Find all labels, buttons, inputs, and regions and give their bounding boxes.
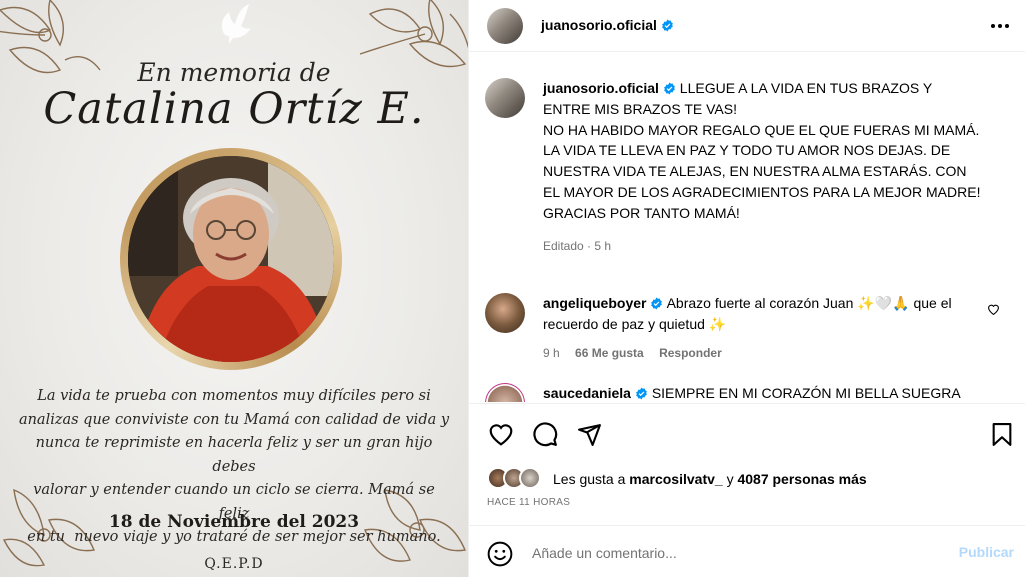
username-text[interactable]: juanosorio.oficial [541, 17, 657, 33]
caption-line: NO HA HABIDO MAYOR REGALO QUE EL QUE FUE… [543, 121, 980, 138]
post-header: juanosorio.oficial [469, 0, 1025, 52]
verified-badge-icon [651, 297, 663, 310]
caption-username[interactable]: juanosorio.oficial [543, 80, 659, 96]
more-options-button[interactable] [988, 14, 1012, 38]
comment-input[interactable] [532, 541, 942, 565]
comment-meta: 9 h 66 Me gusta Responder [543, 343, 973, 364]
comment-body: angeliqueboyer Abrazo fuerte al corazón … [543, 293, 973, 363]
add-comment-bar: Publicar [469, 525, 1025, 577]
comment-body: saucedaniela SIEMPRE EN MI CORAZÓN MI BE… [543, 383, 973, 402]
comment-time[interactable]: 9 h [543, 346, 560, 360]
publish-button[interactable]: Publicar [959, 544, 1014, 560]
comment-username[interactable]: angeliqueboyer [543, 295, 646, 311]
avatar[interactable] [485, 383, 525, 402]
likes-text[interactable]: Les gusta a marcosilvatv_ y 4087 persona… [553, 471, 867, 487]
memorial-date: 18 de Noviembre del 2023 [108, 512, 360, 532]
emoji-icon[interactable] [487, 541, 513, 567]
liker-username[interactable]: marcosilvatv_ [629, 471, 722, 487]
verified-badge-icon [636, 387, 647, 400]
heart-icon [489, 424, 513, 446]
likes-prefix: Les gusta a [553, 471, 626, 487]
comment-username[interactable]: saucedaniela [543, 385, 631, 401]
avatar[interactable] [485, 293, 525, 333]
comment-button[interactable] [531, 420, 559, 448]
send-icon [577, 423, 601, 446]
post-timestamp[interactable]: HACE 11 HORAS [487, 497, 570, 508]
post-image[interactable]: En memoria de Catalina Ortíz E. La vida … [0, 0, 468, 577]
share-button[interactable] [575, 420, 603, 448]
bookmark-icon [992, 422, 1012, 446]
memorial-name: Catalina Ortíz E. [43, 84, 425, 134]
comment-text: SIEMPRE EN MI CORAZÓN MI BELLA SUEGRA [651, 385, 961, 401]
edited-label: Editado [543, 238, 584, 253]
avatar[interactable] [519, 467, 541, 489]
memorial-message-line: nunca te reprimiste en hacerla feliz y s… [35, 435, 433, 475]
comment-bubble-icon [533, 422, 558, 447]
verified-badge-icon [664, 82, 675, 95]
reply-button[interactable]: Responder [659, 346, 722, 360]
memorial-heading: En memoria de [137, 58, 331, 87]
avatar[interactable] [485, 78, 525, 118]
dove-icon [221, 4, 251, 44]
like-button[interactable] [487, 420, 515, 448]
likes-others[interactable]: 4087 personas más [737, 471, 866, 487]
post-side-panel: juanosorio.oficial juanosorio.oficial LL… [468, 0, 1025, 577]
more-horizontal-icon [991, 24, 1009, 28]
memorial-message-line: La vida te prueba con momentos muy difíc… [37, 388, 431, 404]
caption-meta: Editado · 5 h [543, 238, 612, 253]
avatar[interactable] [487, 8, 523, 44]
likes-joiner: y [726, 471, 734, 487]
likes-summary: Les gusta a marcosilvatv_ y 4087 persona… [487, 467, 1007, 493]
save-button[interactable] [988, 420, 1016, 448]
caption-time[interactable]: 5 h [594, 239, 611, 253]
comments-list[interactable]: juanosorio.oficial LLEGUE A LA VIDA EN T… [469, 53, 1025, 402]
post-actions: Les gusta a marcosilvatv_ y 4087 persona… [469, 403, 1025, 577]
memorial-message-line: analizas que conviviste con tu Mamá con … [18, 411, 450, 428]
comment-likes[interactable]: 66 Me gusta [575, 346, 644, 360]
verified-badge-icon [662, 19, 673, 32]
comment-like-icon[interactable] [987, 303, 1000, 315]
memorial-closing: Q.E.P.D [204, 556, 264, 572]
header-username[interactable]: juanosorio.oficial [541, 17, 674, 33]
caption-line: LA VIDA TE LLEVA EN PAZ Y TODO TU AMOR N… [543, 142, 981, 221]
portrait-photo [128, 156, 334, 362]
caption-body: juanosorio.oficial LLEGUE A LA VIDA EN T… [543, 78, 983, 256]
